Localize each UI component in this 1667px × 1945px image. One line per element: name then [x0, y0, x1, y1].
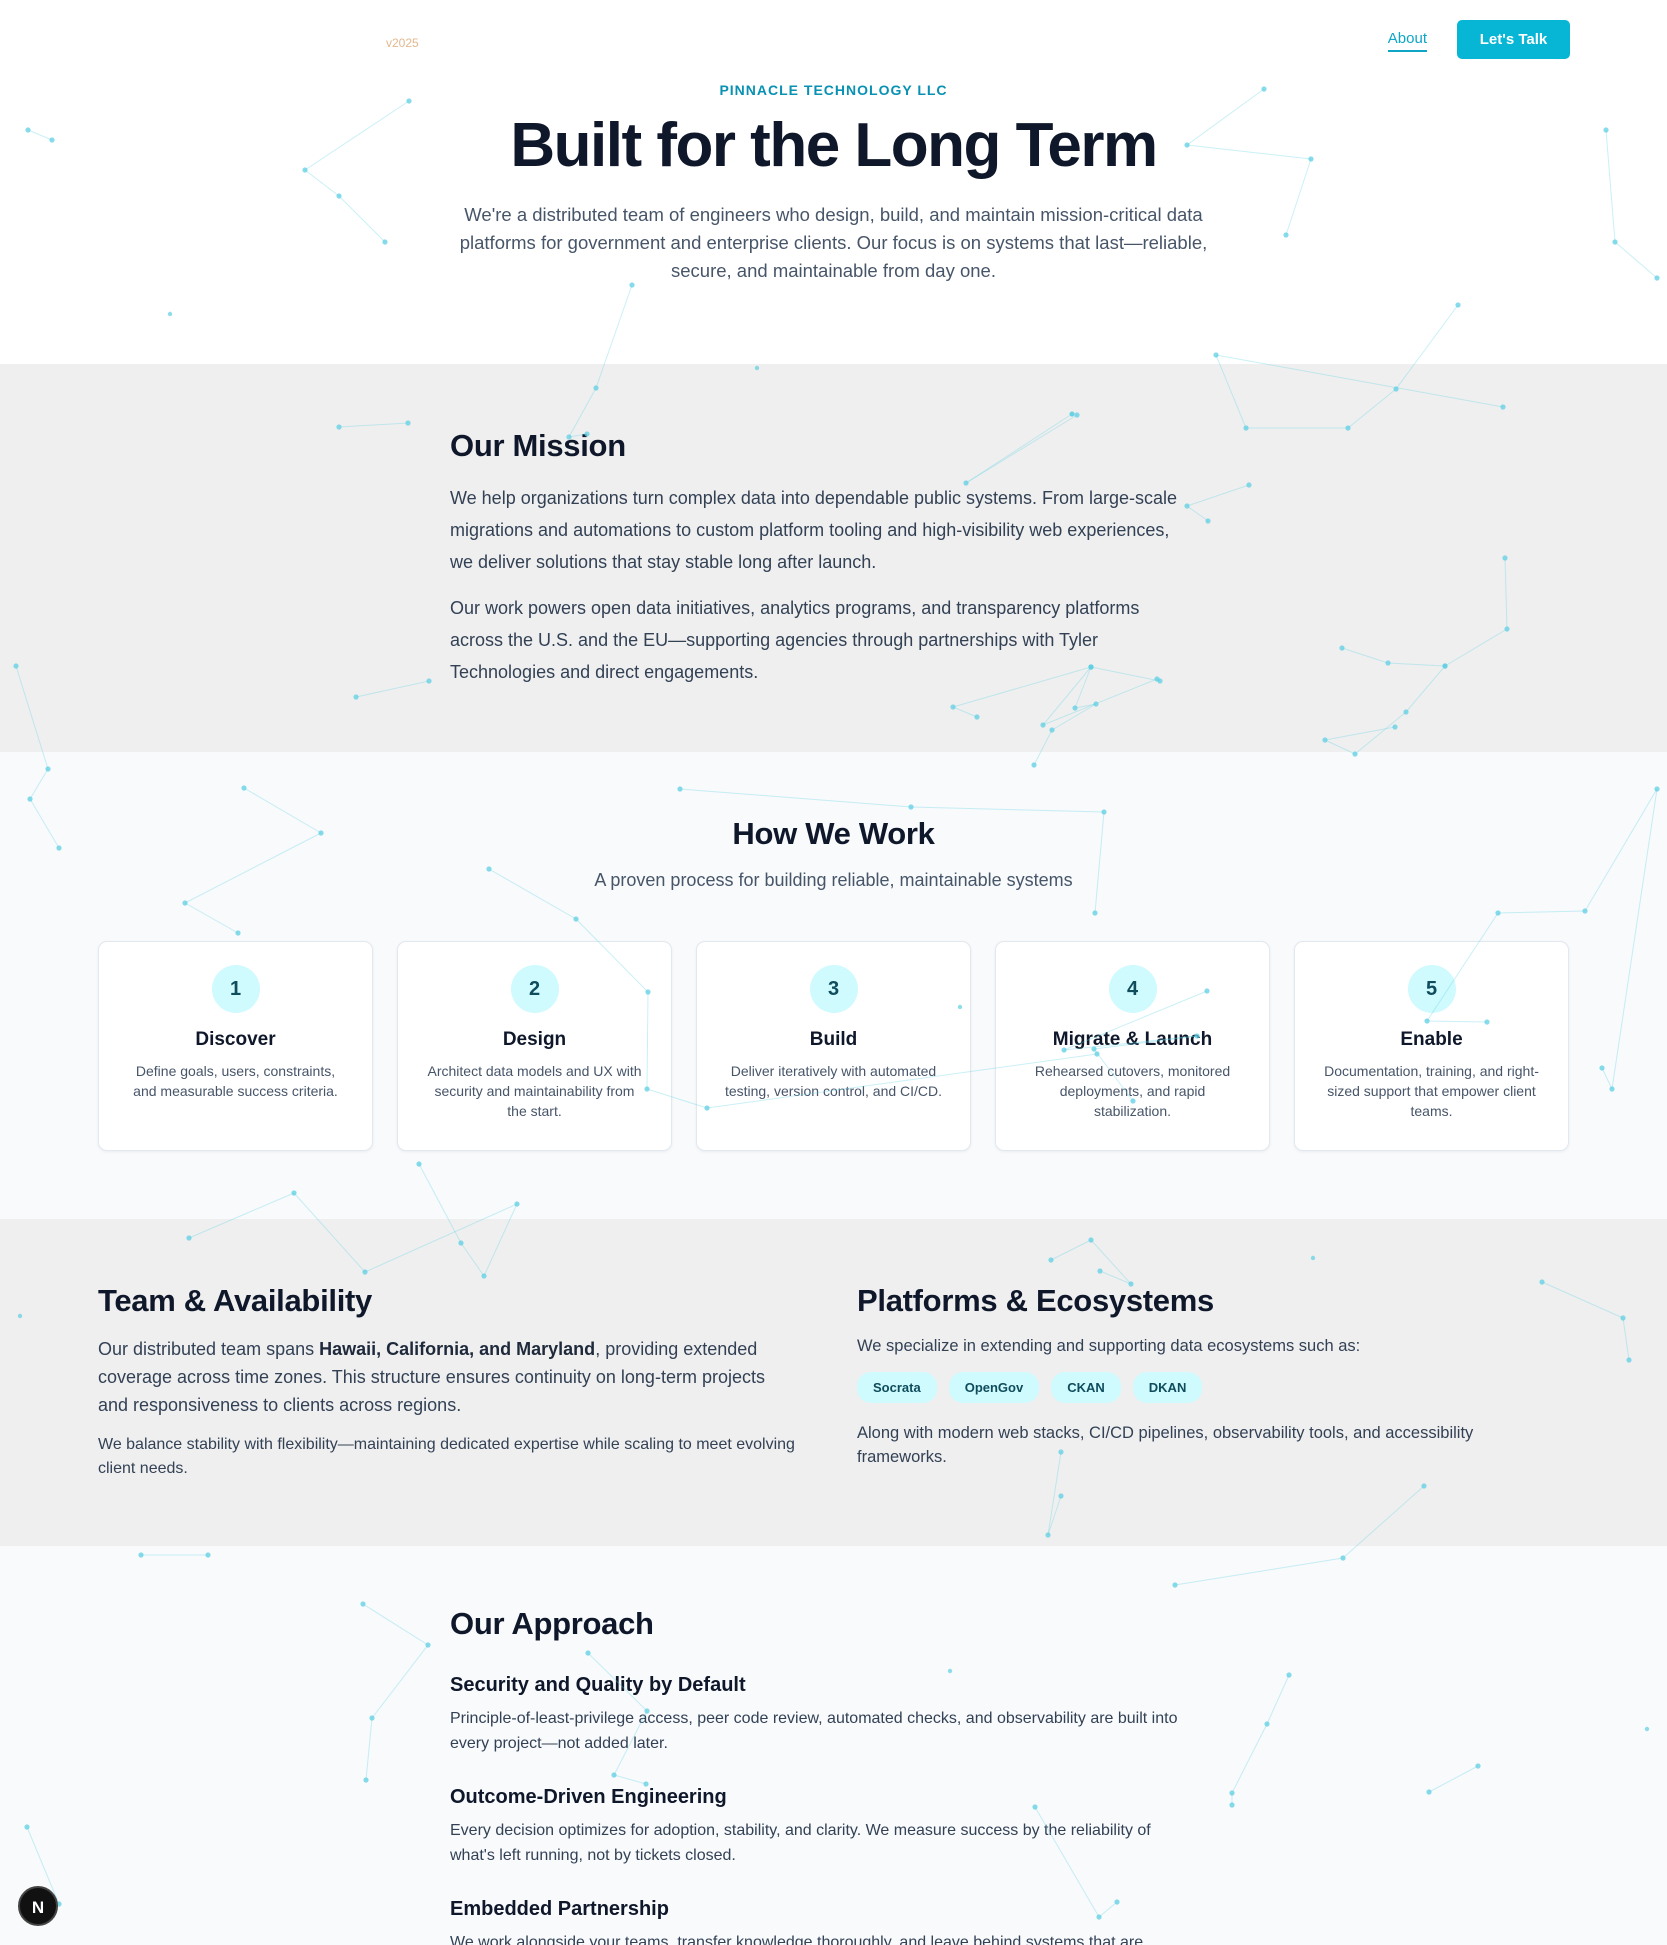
- step-number: 3: [809, 965, 858, 1013]
- approach-item-description: We work alongside your teams, transfer k…: [450, 1934, 1144, 1945]
- mission-heading: Our Mission: [450, 428, 626, 463]
- approach-item: Embedded Partnership We work alongside y…: [450, 1898, 1195, 1945]
- approach-item-description: Principle-of-least-privilege access, pee…: [450, 1710, 1178, 1752]
- approach-item-title: Outcome-Driven Engineering: [450, 1786, 727, 1808]
- how-we-work-subtitle: A proven process for building reliable, …: [594, 870, 1073, 890]
- platform-chips: Socrata OpenGov CKAN DKAN: [857, 1372, 1557, 1403]
- team-note: We balance stability with flexibility—ma…: [98, 1436, 795, 1477]
- step-description: Rehearsed cutovers, monitored deployment…: [1034, 1063, 1231, 1119]
- hero-eyebrow: PINNACLE TECHNOLOGY LLC: [719, 82, 948, 98]
- how-we-work-heading: How We Work: [732, 816, 935, 851]
- step-card-design: 2 Design Architect data models and UX wi…: [397, 941, 672, 1151]
- hero-lede: We're a distributed team of engineers wh…: [459, 204, 1208, 282]
- approach-item-title: Security and Quality by Default: [450, 1674, 746, 1696]
- team-lead-paragraph: Our distributed team spans Hawaii, Calif…: [98, 1335, 798, 1419]
- step-description: Documentation, training, and right-sized…: [1324, 1063, 1539, 1119]
- step-title: Enable: [1400, 1029, 1463, 1050]
- step-card-enable: 5 Enable Documentation, training, and ri…: [1294, 941, 1569, 1151]
- nav-link-about[interactable]: About: [1387, 30, 1427, 52]
- platforms-column: Platforms & Ecosystems We specialize in …: [857, 1283, 1557, 1469]
- step-title: Design: [502, 1029, 567, 1050]
- platform-chip-opengov: OpenGov: [948, 1372, 1040, 1403]
- step-title: Discover: [195, 1029, 276, 1050]
- approach-section: Our Approach Security and Quality by Def…: [0, 1546, 1667, 1945]
- nav-link-home[interactable]: Home: [1222, 30, 1262, 52]
- team-heading: Team & Availability: [98, 1283, 372, 1318]
- step-title: Build: [809, 1029, 858, 1050]
- step-number: 1: [211, 965, 260, 1013]
- page-title: Built for the Long Term: [510, 111, 1158, 180]
- nav-link-services[interactable]: Services: [1296, 30, 1354, 52]
- approach-item-description: Every decision optimizes for adoption, s…: [450, 1822, 1151, 1864]
- how-we-work-section: How We Work A proven process for buildin…: [0, 752, 1667, 1219]
- team-platforms-section: Team & Availability Our distributed team…: [0, 1219, 1667, 1546]
- dev-tools-badge[interactable]: N: [18, 1886, 58, 1926]
- top-navigation: Pinnacle Technology LLC v2025 Home Servi…: [0, 0, 1667, 80]
- step-number: 2: [510, 965, 559, 1013]
- step-number: 4: [1108, 965, 1157, 1013]
- step-description: Deliver iteratively with automated testi…: [724, 1063, 943, 1099]
- platforms-heading: Platforms & Ecosystems: [857, 1283, 1214, 1318]
- team-availability-column: Team & Availability Our distributed team…: [98, 1283, 798, 1481]
- team-lead-text: Our distributed team spans: [98, 1339, 320, 1359]
- lets-talk-button[interactable]: Let's Talk: [1457, 20, 1570, 59]
- platform-chip-socrata: Socrata: [857, 1372, 937, 1403]
- nav-links: Home Services About: [1222, 30, 1427, 52]
- mission-section: Our Mission We help organizations turn c…: [0, 364, 1667, 752]
- approach-item-title: Embedded Partnership: [450, 1898, 669, 1920]
- step-card-discover: 1 Discover Define goals, users, constrai…: [98, 941, 373, 1151]
- mission-paragraph: Our work powers open data initiatives, a…: [450, 598, 1140, 682]
- platform-chip-ckan: CKAN: [1051, 1372, 1121, 1403]
- platform-chip-dkan: DKAN: [1132, 1372, 1203, 1403]
- step-card-migrate-launch: 4 Migrate & Launch Rehearsed cutovers, m…: [995, 941, 1270, 1151]
- team-locations: Hawaii, California, and Maryland: [319, 1339, 596, 1359]
- step-card-build: 3 Build Deliver iteratively with automat…: [696, 941, 971, 1151]
- step-title: Migrate & Launch: [1052, 1029, 1213, 1050]
- brand-logo-text[interactable]: Pinnacle Technology LLC: [98, 24, 395, 53]
- step-number: 5: [1407, 965, 1456, 1013]
- platforms-intro: We specialize in extending and supportin…: [857, 1337, 1361, 1355]
- mission-paragraph: We help organizations turn complex data …: [450, 488, 1178, 572]
- approach-heading: Our Approach: [450, 1606, 654, 1641]
- step-description: Define goals, users, constraints, and me…: [133, 1063, 338, 1099]
- approach-item: Security and Quality by Default Principl…: [450, 1674, 1195, 1756]
- step-description: Architect data models and UX with securi…: [427, 1063, 642, 1119]
- version-label: v2025: [386, 36, 419, 50]
- process-steps: 1 Discover Define goals, users, constrai…: [98, 941, 1570, 1151]
- platforms-outro: Along with modern web stacks, CI/CD pipe…: [857, 1424, 1474, 1466]
- approach-item: Outcome-Driven Engineering Every decisio…: [450, 1786, 1195, 1868]
